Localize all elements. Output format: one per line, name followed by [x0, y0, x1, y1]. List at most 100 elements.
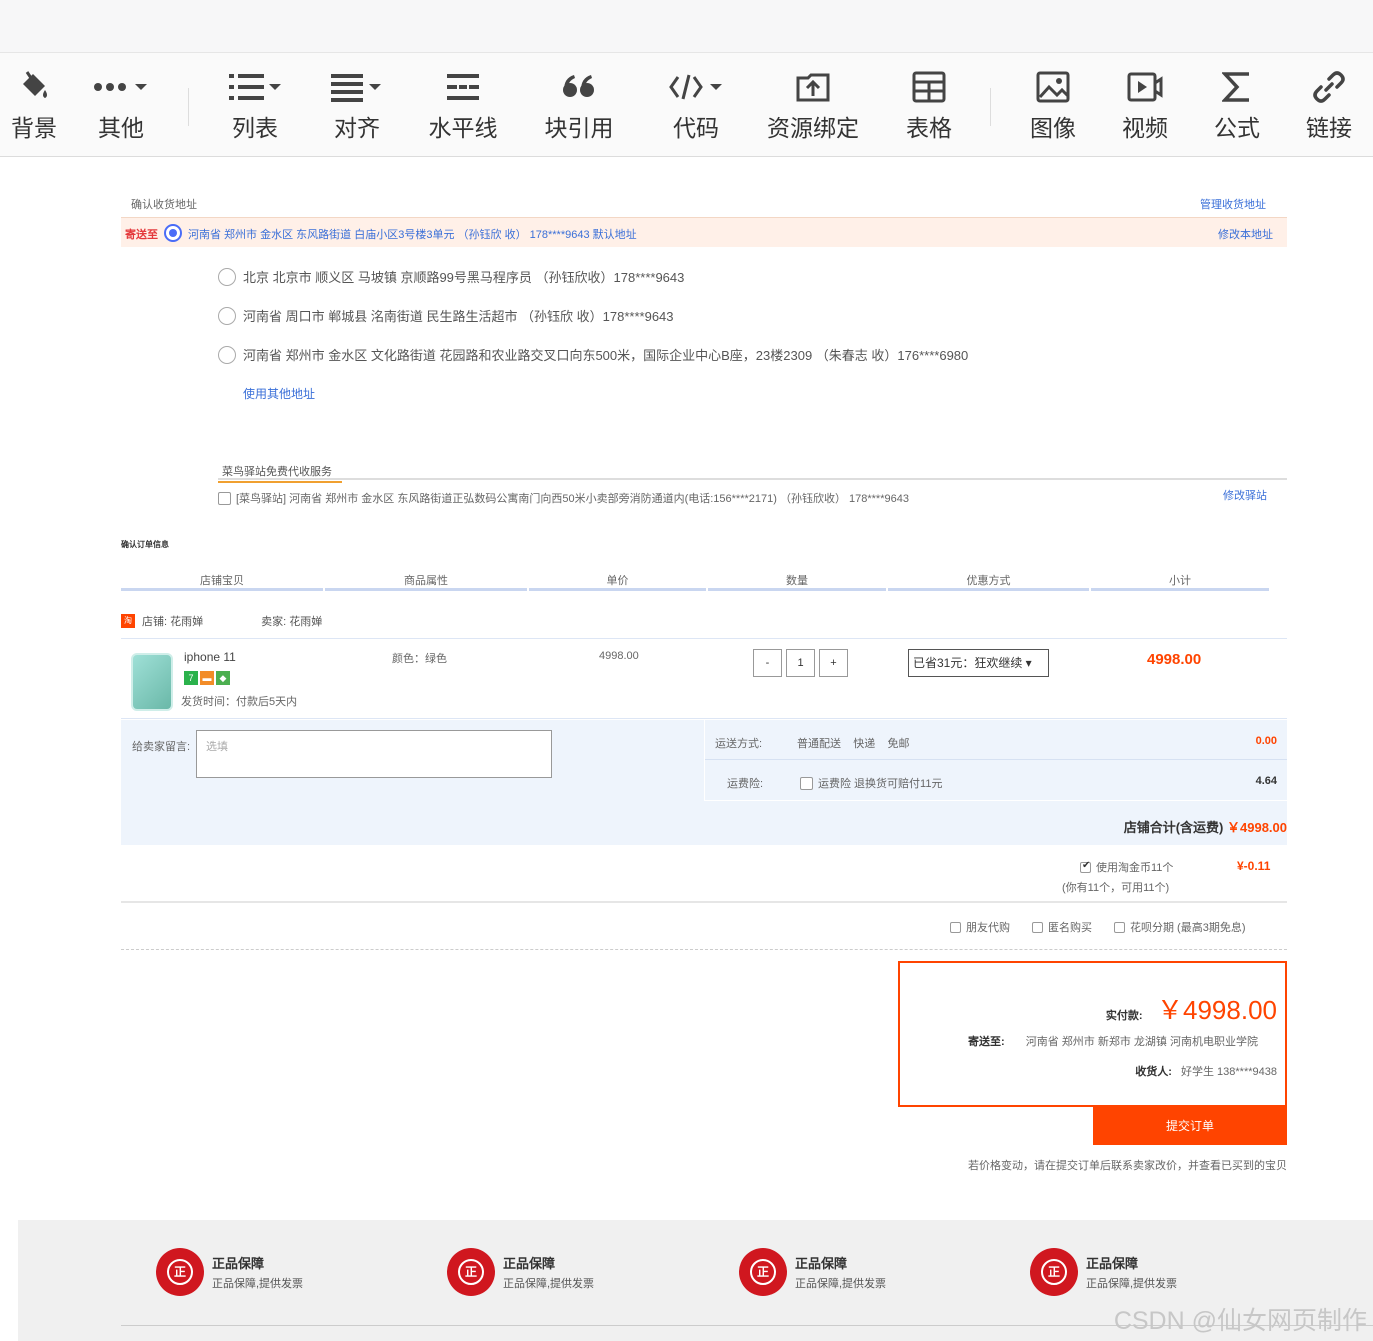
seal-text: 正	[750, 1259, 776, 1285]
option-label: 花呗分期 (最高3期免息)	[1130, 922, 1246, 934]
link-icon	[1300, 65, 1358, 109]
tool-label: 水平线	[428, 116, 498, 142]
message-input[interactable]: 选填	[196, 730, 552, 778]
guarantee-item: 正 正品保障 正品保障,提供发票	[156, 1248, 303, 1296]
tool-link[interactable]: 链接	[1300, 65, 1358, 149]
option-label: 匿名购买	[1048, 922, 1092, 934]
use-other-address-link[interactable]: 使用其他地址	[243, 385, 315, 402]
promotion-select[interactable]: 已省31元：狂欢继续 ▾	[908, 649, 1049, 677]
cainiao-checkbox[interactable]	[218, 491, 231, 505]
guarantee-title: 正品保障	[795, 1256, 848, 1271]
cainiao-option-text: [菜鸟驿站] 河南省 郑州市 金水区 东风路街道正弘数码公寓南门向西50米小卖部…	[236, 493, 909, 505]
tool-blockquote[interactable]: 块引用	[540, 65, 618, 149]
shop-name[interactable]: 店铺: 花雨婵	[142, 613, 203, 629]
cainiao-option[interactable]: [菜鸟驿站] 河南省 郑州市 金水区 东风路街道正弘数码公寓南门向西50米小卖部…	[218, 490, 909, 506]
seal-text: 正	[458, 1259, 484, 1285]
address-radio[interactable]	[218, 345, 236, 364]
image-icon	[1024, 65, 1082, 109]
tool-align[interactable]: 对齐	[326, 65, 388, 149]
product-name[interactable]: iphone 11	[184, 650, 236, 664]
tool-video[interactable]: 视频	[1116, 65, 1174, 149]
decrease-button[interactable]: -	[753, 649, 782, 677]
shop-row: 淘 店铺: 花雨婵 卖家: 花雨婵	[121, 613, 322, 629]
ship-to-label: 寄送至:	[968, 1036, 1005, 1048]
quantity-stepper: - 1 +	[753, 649, 848, 677]
seller-name[interactable]: 卖家: 花雨婵	[261, 613, 322, 629]
address-radio[interactable]	[218, 267, 236, 286]
seven-day-return-icon: 7	[184, 671, 198, 685]
insurance-option[interactable]: 运费险 退换货可赔付11元	[800, 775, 942, 791]
anonymous-option[interactable]: 匿名购买	[1032, 919, 1092, 935]
payment-amount-row: 实付款: ￥4998.00	[1106, 990, 1277, 1027]
checkbox[interactable]	[950, 921, 961, 933]
quote-icon	[540, 65, 618, 109]
paint-bucket-icon	[8, 65, 60, 109]
credit-card-icon: ▬	[200, 671, 214, 685]
guarantee-seal-icon: 正	[1030, 1248, 1078, 1296]
tool-code[interactable]: 代码	[664, 65, 728, 149]
product-attribute: 颜色：绿色	[392, 653, 447, 665]
ship-to-label: 寄送至	[125, 229, 158, 241]
horizontal-line-icon	[424, 65, 502, 109]
quantity-value[interactable]: 1	[786, 649, 815, 677]
tool-more[interactable]: 其他	[90, 65, 152, 149]
tool-formula[interactable]: 公式	[1208, 65, 1266, 149]
editor-toolbar: 背景 其他 列表 对齐 水平线 块引用 代码 资源绑定 表格 图像 视频 公式 …	[0, 52, 1373, 157]
align-icon	[326, 65, 388, 109]
purchase-options: 朋友代购 匿名购买 花呗分期 (最高3期免息)	[950, 919, 1246, 935]
cainiao-tab[interactable]: 菜鸟驿站免费代收服务	[218, 463, 342, 483]
submit-order-button[interactable]: 提交订单	[1093, 1107, 1287, 1145]
tool-label: 其他	[98, 116, 144, 142]
tool-table[interactable]: 表格	[900, 65, 958, 149]
header-underline	[529, 588, 706, 591]
payment-amount: ￥4998.00	[1157, 995, 1277, 1025]
selected-address[interactable]: 寄送至 河南省 郑州市 金水区 东风路街道 白庙小区3号楼3单元 （孙钰欣 收）…	[121, 217, 1287, 247]
order-title: 确认订单信息	[121, 540, 169, 549]
tool-image[interactable]: 图像	[1024, 65, 1082, 149]
address-radio[interactable]	[218, 306, 236, 325]
column-header: 小计	[1169, 575, 1191, 587]
insurance-checkbox[interactable]	[800, 776, 813, 790]
checkbox[interactable]	[1032, 921, 1043, 933]
friend-pay-option[interactable]: 朋友代购	[950, 919, 1010, 935]
insurance-fee: 4.64	[1255, 775, 1277, 787]
checkbox[interactable]	[1114, 921, 1125, 933]
tool-label: 背景	[11, 116, 57, 142]
address-option[interactable]: 北京 北京市 顺义区 马坡镇 京顺路99号黑马程序员 （孙钰欣收）178****…	[218, 267, 684, 286]
manage-address-link[interactable]: 管理收货地址	[1200, 196, 1266, 212]
tool-background[interactable]: 背景	[8, 65, 60, 149]
tool-label: 对齐	[334, 116, 380, 142]
header-underline	[708, 588, 886, 591]
address-option[interactable]: 河南省 周口市 郸城县 洺南街道 民生路生活超市 （孙钰欣 收）178****9…	[218, 306, 674, 325]
selected-address-text: 河南省 郑州市 金水区 东风路街道 白庙小区3号楼3单元 （孙钰欣 收） 178…	[188, 229, 637, 241]
item-subtotal: 4998.00	[1147, 651, 1202, 668]
use-coins-option[interactable]: 使用淘金币11个	[1080, 859, 1173, 875]
tool-list[interactable]: 列表	[224, 65, 286, 149]
installment-option[interactable]: 花呗分期 (最高3期免息)	[1114, 919, 1246, 935]
guarantee-desc: 正品保障,提供发票	[503, 1278, 595, 1290]
service-badges: 7 ▬ ◆	[184, 671, 230, 685]
divider	[218, 478, 1287, 480]
tool-label: 块引用	[544, 116, 614, 142]
document-content: 确认收货地址 管理收货地址 寄送至 河南省 郑州市 金水区 东风路街道 白庙小区…	[0, 158, 1373, 1341]
resource-bind-icon	[762, 65, 864, 109]
guarantee-item: 正 正品保障 正品保障,提供发票	[447, 1248, 594, 1296]
address-option-text: 河南省 郑州市 金水区 文化路街道 花园路和农业路交叉口向东500米，国际企业中…	[243, 348, 969, 363]
ship-time: 发货时间：付款后5天内	[181, 696, 298, 708]
increase-button[interactable]: +	[819, 649, 848, 677]
edit-address-link[interactable]: 修改本地址	[1218, 226, 1273, 242]
column-header: 单价	[606, 575, 629, 587]
tool-horizontal-line[interactable]: 水平线	[424, 65, 502, 149]
coins-checkbox[interactable]	[1080, 860, 1091, 873]
edit-station-link[interactable]: 修改驿站	[1223, 487, 1267, 503]
product-image[interactable]	[131, 653, 173, 711]
address-radio-selected[interactable]	[164, 224, 182, 242]
shipping-methods[interactable]: 普通配送 快递 免邮	[797, 735, 909, 751]
tool-resource-bind[interactable]: 资源绑定	[762, 65, 864, 149]
guarantee-icon: ◆	[216, 671, 230, 685]
address-option[interactable]: 河南省 郑州市 金水区 文化路街道 花园路和农业路交叉口向东500米，国际企业中…	[218, 345, 968, 364]
address-option-text: 河南省 周口市 郸城县 洺南街道 民生路生活超市 （孙钰欣 收）178****9…	[243, 309, 674, 324]
guarantee-desc: 正品保障,提供发票	[795, 1278, 887, 1290]
column-header: 商品属性	[404, 575, 448, 587]
table-icon	[900, 65, 958, 109]
